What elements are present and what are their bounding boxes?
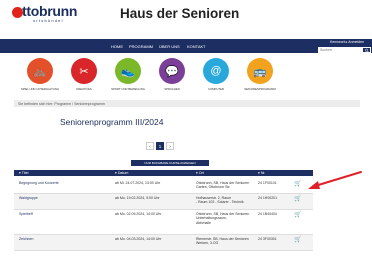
at-icon[interactable]: @ [203, 58, 229, 84]
nav-item-kontakt[interactable]: KONTAKT [187, 44, 206, 49]
filter-bookable-button[interactable]: NUR BUCHBARE KURSE ANZEIGEN [131, 160, 209, 166]
cart-icon[interactable]: 🛒 [294, 211, 301, 218]
row-place-line: - Raum 103 - Solarer - Technik [196, 200, 244, 205]
row-title[interactable]: Spieltreff [19, 212, 33, 216]
cart-icon[interactable]: 🛒 [294, 195, 301, 202]
nav-item-home[interactable]: HOME [111, 44, 123, 49]
category-label[interactable]: COMPUTER [194, 87, 238, 91]
row-number: 24 1H00201 [258, 196, 278, 200]
pagination-current[interactable]: 1 [156, 142, 164, 150]
speech-icon[interactable]: 💬 [159, 58, 185, 84]
column-header-place[interactable]: ▾ Ort [196, 171, 204, 175]
row-date: ab Mo. 04.03.2024, 14:00 Uhr [115, 237, 162, 241]
main-nav [0, 39, 372, 53]
row-date: ab Mo. 02.09.2024, 14:00 Uhr [115, 212, 162, 216]
search-input[interactable] [318, 47, 362, 53]
cart-icon[interactable]: 🛒 [294, 236, 301, 243]
shoe-icon[interactable]: 👟 [115, 58, 141, 84]
row-place-line: Werken, 3.OG [196, 241, 219, 246]
category-label[interactable]: SPORT UND BEWEGUNG [106, 87, 150, 91]
row-number: 24 1F00101 [258, 181, 277, 185]
tools-icon[interactable]: ✂ [71, 58, 97, 84]
pagination-next[interactable]: > [166, 142, 174, 150]
column-header-title[interactable]: ▾ Titel [19, 171, 28, 175]
row-number: 24 1B40404 [258, 212, 277, 216]
row-date: ab Mi. 24.07.2024, 13:00 Uhr [115, 181, 161, 185]
bicycle-icon[interactable]: 🚲 [27, 58, 53, 84]
row-title[interactable]: Zeichnen [19, 237, 33, 241]
page-title: Seniorenprogramm III/2024 [60, 117, 164, 127]
nav-item-programm[interactable]: PROGRAMM [129, 44, 153, 49]
search-icon [365, 48, 369, 53]
breadcrumb: Sie befinden sich hier: Programm / Senio… [18, 101, 105, 106]
column-header-date[interactable]: ▾ Datum [115, 171, 128, 175]
row-place-line: Garten, Ottobrunn Str. [196, 185, 231, 190]
table-header [14, 170, 313, 176]
bus-icon[interactable]: 🚌 [247, 58, 273, 84]
row-date: ab Mo. 19.02.2024, 9:00 Uhr [115, 196, 160, 200]
category-label[interactable]: SPIEL UND UNTERHALTUNG [18, 87, 62, 91]
category-label[interactable]: KREATIVES [62, 87, 106, 91]
nav-item-ueber-uns[interactable]: ÜBER UNS [159, 44, 180, 49]
pagination-prev[interactable]: < [146, 142, 154, 150]
column-header-nr[interactable]: ▾ Nr. [258, 171, 265, 175]
category-label[interactable]: SENIORENPROGRAMM [238, 87, 282, 91]
cart-icon[interactable]: 🛒 [294, 180, 301, 187]
row-place-line: Aktivhalle [196, 220, 211, 225]
row-title[interactable]: Waldgruppe [19, 196, 38, 200]
annotation-arrow [308, 171, 362, 189]
category-label[interactable]: SPRACHEN [150, 87, 194, 91]
logo-subtitle: ortsbündel [33, 18, 64, 23]
search-button[interactable] [362, 47, 371, 53]
row-title[interactable]: Begegnung und Konzerte [19, 181, 59, 185]
login-link[interactable]: Kennwort ▸ Anmelden [330, 40, 364, 44]
site-title: Haus der Senioren [120, 6, 240, 21]
logo-wordmark[interactable]: ttobrunn [22, 3, 77, 19]
row-number: 24 3F00301 [258, 237, 277, 241]
